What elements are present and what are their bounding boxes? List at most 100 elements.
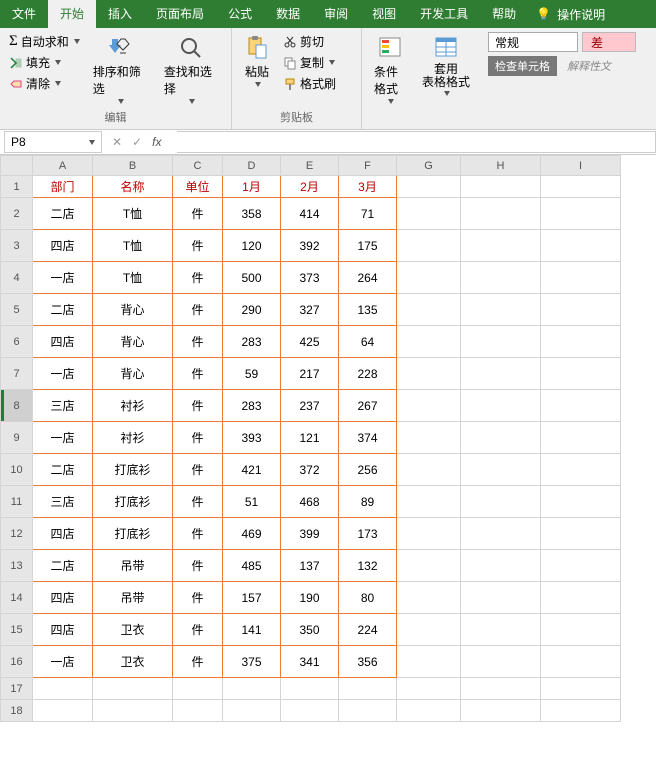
cell[interactable]: T恤: [93, 262, 173, 294]
cell[interactable]: 件: [173, 518, 223, 550]
cell[interactable]: 件: [173, 198, 223, 230]
row-header-14[interactable]: 14: [1, 582, 33, 614]
cell-header[interactable]: 名称: [93, 176, 173, 198]
cell[interactable]: 64: [339, 326, 397, 358]
menu-tab-插入[interactable]: 插入: [96, 0, 144, 28]
cell[interactable]: 120: [223, 230, 281, 262]
cell[interactable]: 132: [339, 550, 397, 582]
row-header-7[interactable]: 7: [1, 358, 33, 390]
cell[interactable]: 350: [281, 614, 339, 646]
row-header-11[interactable]: 11: [1, 486, 33, 518]
cell[interactable]: 372: [281, 454, 339, 486]
menu-tab-公式[interactable]: 公式: [216, 0, 264, 28]
cell[interactable]: 141: [223, 614, 281, 646]
col-header-I[interactable]: I: [541, 156, 621, 176]
cell[interactable]: 373: [281, 262, 339, 294]
cell[interactable]: 71: [339, 198, 397, 230]
cell[interactable]: 469: [223, 518, 281, 550]
sort-filter-button[interactable]: 排序和筛选: [87, 32, 154, 107]
col-header-G[interactable]: G: [397, 156, 461, 176]
col-header-C[interactable]: C: [173, 156, 223, 176]
cell[interactable]: 件: [173, 262, 223, 294]
cell-header[interactable]: 2月: [281, 176, 339, 198]
cell-header[interactable]: 1月: [223, 176, 281, 198]
cell[interactable]: 卫衣: [93, 614, 173, 646]
cell[interactable]: 打底衫: [93, 454, 173, 486]
clear-button[interactable]: 清除: [6, 74, 83, 93]
cell[interactable]: 三店: [33, 486, 93, 518]
row-header-16[interactable]: 16: [1, 646, 33, 678]
cell[interactable]: 283: [223, 326, 281, 358]
row-header-5[interactable]: 5: [1, 294, 33, 326]
cell[interactable]: 一店: [33, 422, 93, 454]
cell[interactable]: 一店: [33, 358, 93, 390]
col-header-E[interactable]: E: [281, 156, 339, 176]
paste-button[interactable]: 粘贴: [238, 32, 276, 90]
autosum-button[interactable]: Σ自动求和: [6, 32, 83, 51]
cell[interactable]: T恤: [93, 230, 173, 262]
cell[interactable]: 421: [223, 454, 281, 486]
cell[interactable]: 打底衫: [93, 486, 173, 518]
conditional-format-button[interactable]: 条件格式: [368, 32, 412, 107]
cell[interactable]: 件: [173, 582, 223, 614]
format-painter-button[interactable]: 格式刷: [280, 74, 339, 93]
row-header-2[interactable]: 2: [1, 198, 33, 230]
number-format-select[interactable]: 常规: [488, 32, 578, 52]
check-cell-style[interactable]: 检查单元格: [488, 56, 557, 76]
fill-button[interactable]: 填充: [6, 53, 83, 72]
cell[interactable]: 267: [339, 390, 397, 422]
row-header-8[interactable]: 8: [1, 390, 33, 422]
menu-tab-页面布局[interactable]: 页面布局: [144, 0, 216, 28]
row-header-15[interactable]: 15: [1, 614, 33, 646]
col-header-D[interactable]: D: [223, 156, 281, 176]
cell[interactable]: 件: [173, 326, 223, 358]
menu-tab-视图[interactable]: 视图: [360, 0, 408, 28]
col-header-H[interactable]: H: [461, 156, 541, 176]
cell[interactable]: 背心: [93, 294, 173, 326]
table-format-button[interactable]: 套用 表格格式: [416, 32, 476, 99]
find-select-button[interactable]: 查找和选择: [158, 32, 225, 107]
cell[interactable]: 175: [339, 230, 397, 262]
row-header-10[interactable]: 10: [1, 454, 33, 486]
row-header-1[interactable]: 1: [1, 176, 33, 198]
cell[interactable]: 290: [223, 294, 281, 326]
cell[interactable]: 背心: [93, 326, 173, 358]
cell[interactable]: 327: [281, 294, 339, 326]
cell[interactable]: 59: [223, 358, 281, 390]
cell[interactable]: 一店: [33, 646, 93, 678]
cell[interactable]: 二店: [33, 454, 93, 486]
cell[interactable]: 485: [223, 550, 281, 582]
row-header-3[interactable]: 3: [1, 230, 33, 262]
menu-tab-文件[interactable]: 文件: [0, 0, 48, 28]
cell[interactable]: 四店: [33, 614, 93, 646]
cell[interactable]: 375: [223, 646, 281, 678]
confirm-icon[interactable]: ✓: [132, 135, 142, 149]
menu-tab-开发工具[interactable]: 开发工具: [408, 0, 480, 28]
cell[interactable]: 51: [223, 486, 281, 518]
cell[interactable]: 吊带: [93, 550, 173, 582]
cell[interactable]: 件: [173, 390, 223, 422]
cell[interactable]: 一店: [33, 262, 93, 294]
tell-me[interactable]: 操作说明: [557, 6, 605, 23]
cell[interactable]: 217: [281, 358, 339, 390]
cell[interactable]: 374: [339, 422, 397, 454]
cell[interactable]: 卫衣: [93, 646, 173, 678]
cell[interactable]: 衬衫: [93, 390, 173, 422]
formula-bar[interactable]: [177, 131, 656, 153]
cell-header[interactable]: 单位: [173, 176, 223, 198]
copy-button[interactable]: 复制: [280, 53, 339, 72]
style-explain[interactable]: 解释性文: [561, 56, 617, 76]
cell[interactable]: 二店: [33, 550, 93, 582]
row-header-13[interactable]: 13: [1, 550, 33, 582]
cell[interactable]: 件: [173, 358, 223, 390]
cell[interactable]: 341: [281, 646, 339, 678]
cell[interactable]: 件: [173, 454, 223, 486]
cell[interactable]: 399: [281, 518, 339, 550]
col-header-B[interactable]: B: [93, 156, 173, 176]
cell[interactable]: 500: [223, 262, 281, 294]
cell[interactable]: 425: [281, 326, 339, 358]
cell[interactable]: 256: [339, 454, 397, 486]
cell[interactable]: 157: [223, 582, 281, 614]
cell[interactable]: 80: [339, 582, 397, 614]
cell[interactable]: 四店: [33, 230, 93, 262]
